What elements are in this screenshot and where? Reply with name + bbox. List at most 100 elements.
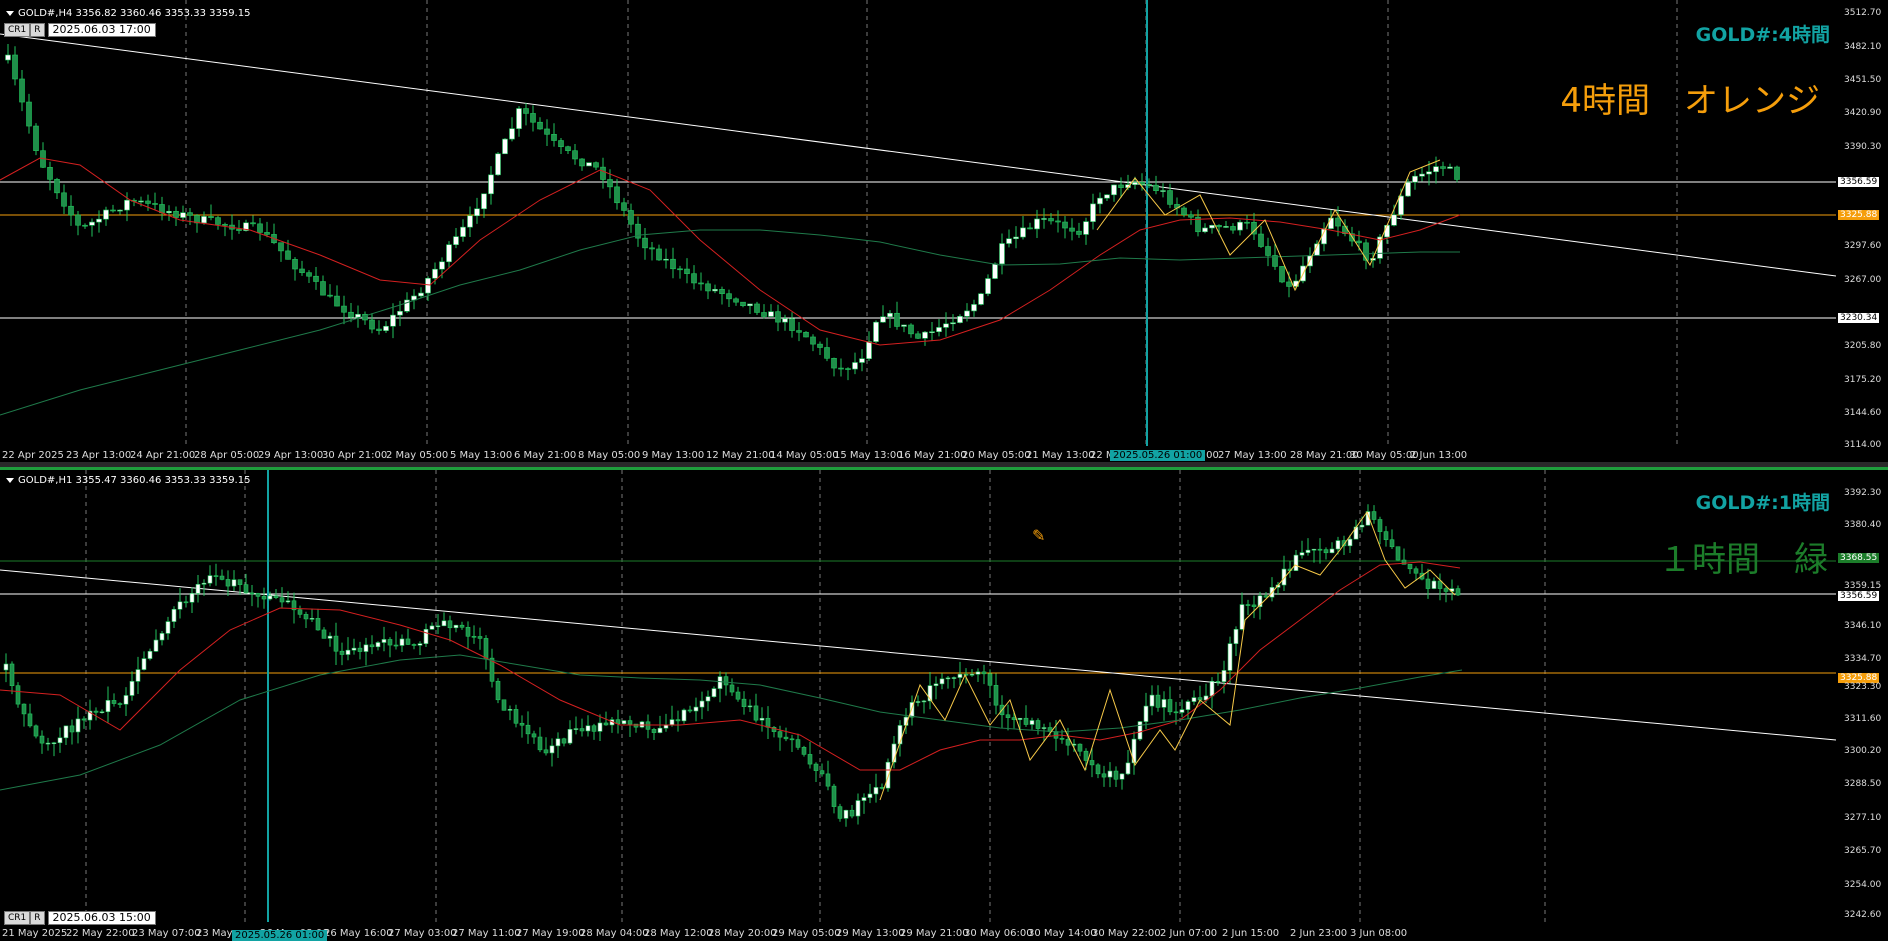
- candle-body: [677, 268, 683, 271]
- candle-body: [141, 658, 147, 670]
- candle-body: [418, 292, 424, 297]
- candle-body: [537, 121, 543, 130]
- h4-chart-canvas[interactable]: [0, 0, 1888, 462]
- candle-body: [1412, 175, 1418, 183]
- time-tick-label: 6 May 21:00: [514, 450, 577, 461]
- candle-body: [15, 685, 21, 705]
- price-tick-label: 3205.80: [1844, 341, 1882, 351]
- dropdown-triangle-icon[interactable]: [6, 10, 14, 16]
- candle-body: [1398, 195, 1404, 216]
- h1-chart-canvas[interactable]: [0, 470, 1888, 941]
- candle-body: [411, 644, 417, 646]
- candle-body: [1062, 221, 1068, 229]
- candle-body: [803, 331, 809, 338]
- candle-body: [369, 644, 375, 648]
- candle-body: [656, 248, 662, 261]
- time-tick-label: 16 May 21:00: [898, 450, 967, 461]
- candle-body: [1433, 166, 1439, 173]
- time-tick-label: 12 May 21:00: [706, 450, 775, 461]
- h4-chart-pane[interactable]: GOLD#,H4 3356.82 3360.46 3353.33 3359.15…: [0, 0, 1888, 462]
- candle-body: [621, 720, 627, 725]
- candle-body: [675, 719, 681, 722]
- cr1-button[interactable]: CR1: [4, 911, 31, 925]
- candle-body: [390, 314, 396, 327]
- time-tick-label: 26 May 16:00: [324, 928, 393, 939]
- h1-ohlc-text: GOLD#,H1 3355.47 3360.46 3353.33 3359.15: [18, 475, 251, 486]
- candle-body: [975, 671, 981, 675]
- candle-body: [1383, 531, 1389, 540]
- candle-body: [921, 700, 927, 703]
- candle-body: [768, 311, 774, 317]
- candle-body: [111, 700, 117, 704]
- candle-body: [1160, 190, 1166, 192]
- candle-body: [12, 54, 18, 80]
- candle-body: [1440, 166, 1446, 169]
- candle-body: [348, 311, 354, 318]
- candle-body: [278, 242, 284, 252]
- r-button[interactable]: R: [30, 23, 45, 37]
- candle-body: [936, 327, 942, 332]
- ma-slow-line: [0, 229, 1460, 416]
- candle-body: [509, 128, 515, 140]
- candle-body: [292, 259, 298, 270]
- h1-price-axis[interactable]: 3392.30 3380.40 3368.55 3359.15 3356.59 3346.…: [1836, 470, 1888, 941]
- candle-body: [849, 809, 855, 817]
- candle-body: [117, 209, 123, 212]
- candle-body: [1137, 721, 1143, 740]
- price-tick-label: 3277.10: [1844, 813, 1882, 823]
- candle-body: [1223, 226, 1229, 228]
- candle-body: [99, 711, 105, 714]
- candle-body: [447, 620, 453, 629]
- candle-body: [1317, 548, 1323, 551]
- candle-body: [124, 199, 130, 211]
- candle-body: [459, 624, 465, 628]
- candle-body: [1059, 737, 1065, 740]
- candle-body: [387, 639, 393, 646]
- candle-body: [901, 324, 907, 327]
- dropdown-triangle-icon[interactable]: [6, 477, 14, 483]
- candle-body: [1125, 762, 1131, 775]
- h4-toolbar: CR1 R 2025.06.03 17:00: [4, 23, 156, 37]
- candle-body: [375, 642, 381, 648]
- candle-body: [597, 722, 603, 732]
- candle-body: [1065, 739, 1071, 746]
- candle-body: [1161, 699, 1167, 708]
- candle-body: [831, 785, 837, 807]
- candle-body: [249, 592, 255, 595]
- candle-body: [873, 321, 879, 342]
- candle-body: [1167, 699, 1173, 713]
- price-tick-label: 3297.60: [1844, 241, 1882, 251]
- h4-datetime-field[interactable]: 2025.06.03 17:00: [47, 23, 156, 37]
- candle-body: [1335, 217, 1341, 227]
- r-button[interactable]: R: [30, 911, 45, 925]
- candle-body: [810, 336, 816, 345]
- price-tick-label: 3325.88: [1838, 210, 1880, 220]
- time-tick-label: 22 May 22:00: [66, 928, 135, 939]
- candle-body: [651, 729, 657, 733]
- candle-body: [75, 214, 81, 226]
- time-tick-label: 2 Jun 23:00: [1290, 928, 1348, 939]
- candle-body: [1299, 552, 1305, 556]
- candle-body: [1013, 236, 1019, 239]
- candle-body: [698, 282, 704, 285]
- candle-body: [945, 677, 951, 680]
- cr1-button[interactable]: CR1: [4, 23, 31, 37]
- candle-body: [417, 643, 423, 646]
- candle-body: [1323, 549, 1329, 554]
- candle-body: [273, 595, 279, 599]
- price-tick-label: 3267.00: [1844, 275, 1882, 285]
- candle-body: [845, 368, 851, 370]
- candle-body: [453, 236, 459, 245]
- candle-body: [159, 633, 165, 641]
- h1-chart-pane[interactable]: GOLD#,H1 3355.47 3360.46 3353.33 3359.15…: [0, 467, 1888, 941]
- candle-body: [837, 806, 843, 819]
- h1-datetime-field[interactable]: 2025.06.03 15:00: [47, 911, 156, 925]
- time-tick-label: 24 Apr 21:00: [130, 450, 196, 461]
- candle-body: [880, 316, 886, 323]
- candle-body: [567, 729, 573, 744]
- time-tick-label: 23 May: [196, 928, 233, 939]
- h4-price-axis[interactable]: 3512.70 3482.10 3451.50 3420.90 3390.30 3356.…: [1836, 0, 1888, 462]
- candle-body: [423, 629, 429, 644]
- candle-body: [166, 211, 172, 214]
- candle-body: [585, 725, 591, 732]
